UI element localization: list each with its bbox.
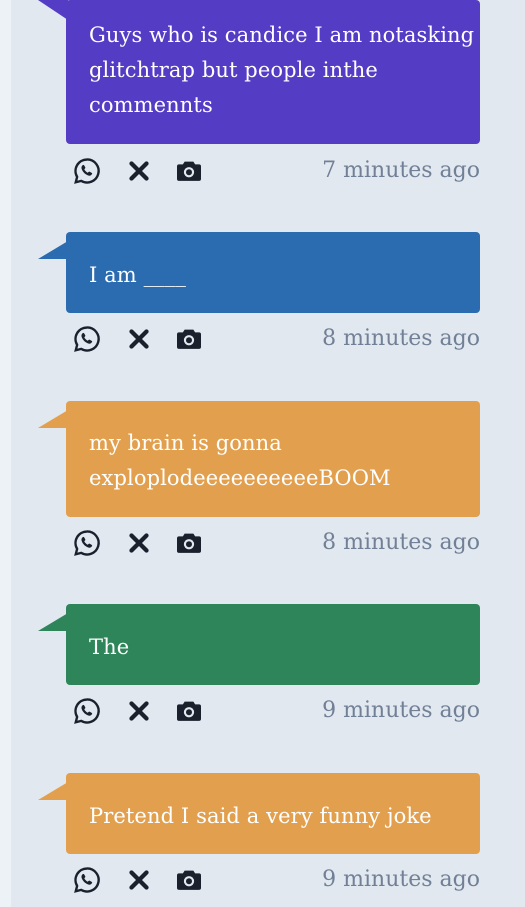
whatsapp-icon[interactable] [72,324,102,354]
timestamp: 8 minutes ago [322,326,480,351]
message-bubble: Guys who is candice I am notasking glitc… [66,0,480,144]
x-icon[interactable] [124,865,154,895]
x-icon[interactable] [124,696,154,726]
camera-icon[interactable] [174,865,204,895]
message-actions: 9 minutes ago [72,696,482,730]
message-bubble: I am ____ [66,232,480,313]
message-text: I am ____ [89,263,186,287]
message-text: my brain is gonna exploplodeeeeeeeeeeBOO… [89,431,391,490]
timestamp: 9 minutes ago [322,867,480,892]
whatsapp-icon[interactable] [72,156,102,186]
bubble-tail [38,241,68,259]
message-bubble: my brain is gonna exploplodeeeeeeeeeeBOO… [66,401,480,517]
x-icon[interactable] [124,324,154,354]
x-icon[interactable] [124,528,154,558]
message-actions: 9 minutes ago [72,865,482,899]
timestamp: 9 minutes ago [322,698,480,723]
whatsapp-icon[interactable] [72,528,102,558]
message-text: Guys who is candice I am notasking glitc… [89,23,475,117]
x-icon[interactable] [124,156,154,186]
message-text: The [89,635,130,659]
message-actions: 8 minutes ago [72,324,482,358]
message-actions: 7 minutes ago [72,156,482,190]
camera-icon[interactable] [174,696,204,726]
bubble-tail [38,613,68,631]
camera-icon[interactable] [174,528,204,558]
message-bubble: The [66,604,480,685]
message-text: Pretend I said a very funny joke [89,804,432,828]
whatsapp-icon[interactable] [72,865,102,895]
camera-icon[interactable] [174,324,204,354]
camera-icon[interactable] [174,156,204,186]
message-bubble: Pretend I said a very funny joke [66,773,480,854]
bubble-tail [38,410,68,428]
timestamp: 8 minutes ago [322,530,480,555]
bubble-tail [38,0,68,20]
message-feed: Guys who is candice I am notasking glitc… [0,0,525,907]
bubble-tail [38,782,68,800]
whatsapp-icon[interactable] [72,696,102,726]
timestamp: 7 minutes ago [322,158,480,183]
message-actions: 8 minutes ago [72,528,482,562]
